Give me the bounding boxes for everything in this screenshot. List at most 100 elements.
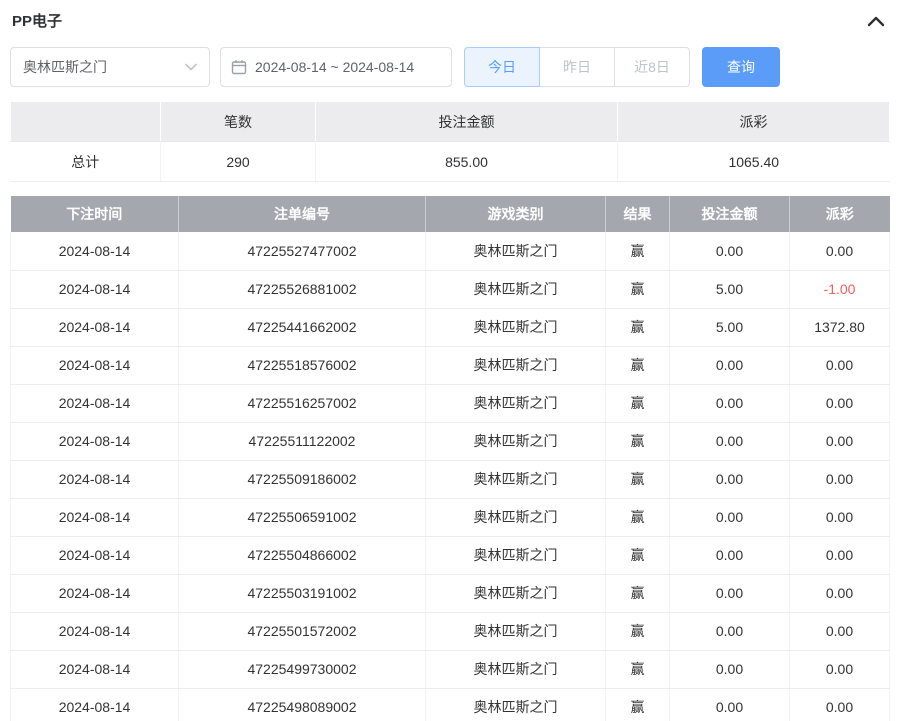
collapse-button[interactable] (865, 13, 887, 29)
cell-bet-id: 47225509186002 (179, 460, 426, 498)
quick-button-today[interactable]: 今日 (464, 47, 540, 87)
cell-bet-time: 2024-08-14 (11, 650, 179, 688)
cell-bet-time: 2024-08-14 (11, 270, 179, 308)
cell-result: 赢 (606, 232, 670, 270)
cell-payout: 0.00 (790, 384, 890, 422)
cell-bet-amount: 5.00 (670, 270, 790, 308)
summary-header-count: 笔数 (161, 102, 316, 142)
table-row: 2024-08-14 47225441662002 奥林匹斯之门 赢 5.00 … (11, 308, 890, 346)
cell-bet-amount: 0.00 (670, 536, 790, 574)
cell-bet-amount: 0.00 (670, 384, 790, 422)
cell-game-type: 奥林匹斯之门 (426, 688, 606, 721)
panel-header: PP电子 (10, 8, 889, 41)
cell-bet-time: 2024-08-14 (11, 688, 179, 721)
bet-table-header-row: 下注时间 注单编号 游戏类别 结果 投注金额 派彩 (11, 196, 890, 232)
cell-bet-amount: 0.00 (670, 650, 790, 688)
cell-bet-amount: 0.00 (670, 574, 790, 612)
col-header-bet-amount: 投注金额 (670, 196, 790, 232)
game-select-value: 奥林匹斯之门 (23, 57, 107, 77)
summary-header-payout: 派彩 (618, 102, 890, 142)
table-row: 2024-08-14 47225526881002 奥林匹斯之门 赢 5.00 … (11, 270, 890, 308)
cell-bet-amount: 0.00 (670, 460, 790, 498)
cell-bet-id: 47225499730002 (179, 650, 426, 688)
cell-bet-time: 2024-08-14 (11, 498, 179, 536)
cell-bet-id: 47225526881002 (179, 270, 426, 308)
cell-bet-time: 2024-08-14 (11, 232, 179, 270)
table-row: 2024-08-14 47225518576002 奥林匹斯之门 赢 0.00 … (11, 346, 890, 384)
cell-bet-time: 2024-08-14 (11, 422, 179, 460)
date-range-input[interactable]: 2024-08-14 ~ 2024-08-14 (220, 47, 452, 87)
quick-button-yesterday[interactable]: 昨日 (539, 47, 615, 87)
table-row: 2024-08-14 47225509186002 奥林匹斯之门 赢 0.00 … (11, 460, 890, 498)
col-header-payout: 派彩 (790, 196, 890, 232)
cell-bet-amount: 0.00 (670, 422, 790, 460)
cell-bet-amount: 0.00 (670, 232, 790, 270)
cell-game-type: 奥林匹斯之门 (426, 536, 606, 574)
date-range-value: 2024-08-14 ~ 2024-08-14 (255, 59, 414, 75)
cell-bet-time: 2024-08-14 (11, 460, 179, 498)
cell-game-type: 奥林匹斯之门 (426, 460, 606, 498)
pp-electronic-panel: PP电子 奥林匹斯之门 2024-08-14 ~ 2024-08-14 今日 昨… (0, 0, 899, 721)
page-title: PP电子 (12, 10, 62, 31)
cell-game-type: 奥林匹斯之门 (426, 574, 606, 612)
cell-result: 赢 (606, 536, 670, 574)
cell-game-type: 奥林匹斯之门 (426, 232, 606, 270)
cell-result: 赢 (606, 498, 670, 536)
table-row: 2024-08-14 47225501572002 奥林匹斯之门 赢 0.00 … (11, 612, 890, 650)
bet-table-body: 2024-08-14 47225527477002 奥林匹斯之门 赢 0.00 … (11, 232, 890, 721)
bet-records-table: 下注时间 注单编号 游戏类别 结果 投注金额 派彩 2024-08-14 472… (10, 196, 890, 721)
col-header-bet-id: 注单编号 (179, 196, 426, 232)
table-row: 2024-08-14 47225516257002 奥林匹斯之门 赢 0.00 … (11, 384, 890, 422)
cell-result: 赢 (606, 574, 670, 612)
table-row: 2024-08-14 47225527477002 奥林匹斯之门 赢 0.00 … (11, 232, 890, 270)
cell-bet-id: 47225503191002 (179, 574, 426, 612)
cell-bet-id: 47225518576002 (179, 346, 426, 384)
table-row: 2024-08-14 47225499730002 奥林匹斯之门 赢 0.00 … (11, 650, 890, 688)
cell-result: 赢 (606, 346, 670, 384)
cell-payout: 0.00 (790, 498, 890, 536)
cell-game-type: 奥林匹斯之门 (426, 346, 606, 384)
cell-bet-amount: 5.00 (670, 308, 790, 346)
cell-result: 赢 (606, 270, 670, 308)
summary-total-label: 总计 (11, 142, 161, 182)
col-header-result: 结果 (606, 196, 670, 232)
quick-date-button-group: 今日 昨日 近8日 (464, 47, 690, 87)
table-row: 2024-08-14 47225498089002 奥林匹斯之门 赢 0.00 … (11, 688, 890, 721)
table-row: 2024-08-14 47225503191002 奥林匹斯之门 赢 0.00 … (11, 574, 890, 612)
cell-game-type: 奥林匹斯之门 (426, 498, 606, 536)
cell-bet-time: 2024-08-14 (11, 536, 179, 574)
game-select[interactable]: 奥林匹斯之门 (10, 47, 210, 87)
calendar-icon (231, 59, 247, 75)
cell-result: 赢 (606, 308, 670, 346)
cell-bet-id: 47225441662002 (179, 308, 426, 346)
cell-bet-id: 47225501572002 (179, 612, 426, 650)
cell-bet-id: 47225516257002 (179, 384, 426, 422)
cell-bet-id: 47225506591002 (179, 498, 426, 536)
cell-payout: 0.00 (790, 612, 890, 650)
cell-payout: 0.00 (790, 574, 890, 612)
cell-payout: 1372.80 (790, 308, 890, 346)
chevron-down-icon (185, 63, 197, 71)
cell-bet-id: 47225498089002 (179, 688, 426, 721)
cell-bet-amount: 0.00 (670, 688, 790, 721)
cell-bet-time: 2024-08-14 (11, 308, 179, 346)
cell-bet-time: 2024-08-14 (11, 574, 179, 612)
query-button[interactable]: 查询 (702, 47, 780, 87)
filter-bar: 奥林匹斯之门 2024-08-14 ~ 2024-08-14 今日 昨日 近8日… (10, 47, 889, 87)
cell-result: 赢 (606, 650, 670, 688)
cell-game-type: 奥林匹斯之门 (426, 422, 606, 460)
summary-total-bet-amount: 855.00 (316, 142, 618, 182)
cell-result: 赢 (606, 384, 670, 422)
chevron-up-icon (867, 15, 885, 27)
quick-button-last-8-days[interactable]: 近8日 (614, 47, 690, 87)
cell-bet-amount: 0.00 (670, 612, 790, 650)
cell-bet-id: 47225527477002 (179, 232, 426, 270)
summary-total-payout: 1065.40 (618, 142, 890, 182)
summary-total-count: 290 (161, 142, 316, 182)
cell-result: 赢 (606, 688, 670, 721)
col-header-game-type: 游戏类别 (426, 196, 606, 232)
cell-payout: 0.00 (790, 460, 890, 498)
table-row: 2024-08-14 47225504866002 奥林匹斯之门 赢 0.00 … (11, 536, 890, 574)
summary-header-blank (11, 102, 161, 142)
cell-result: 赢 (606, 612, 670, 650)
